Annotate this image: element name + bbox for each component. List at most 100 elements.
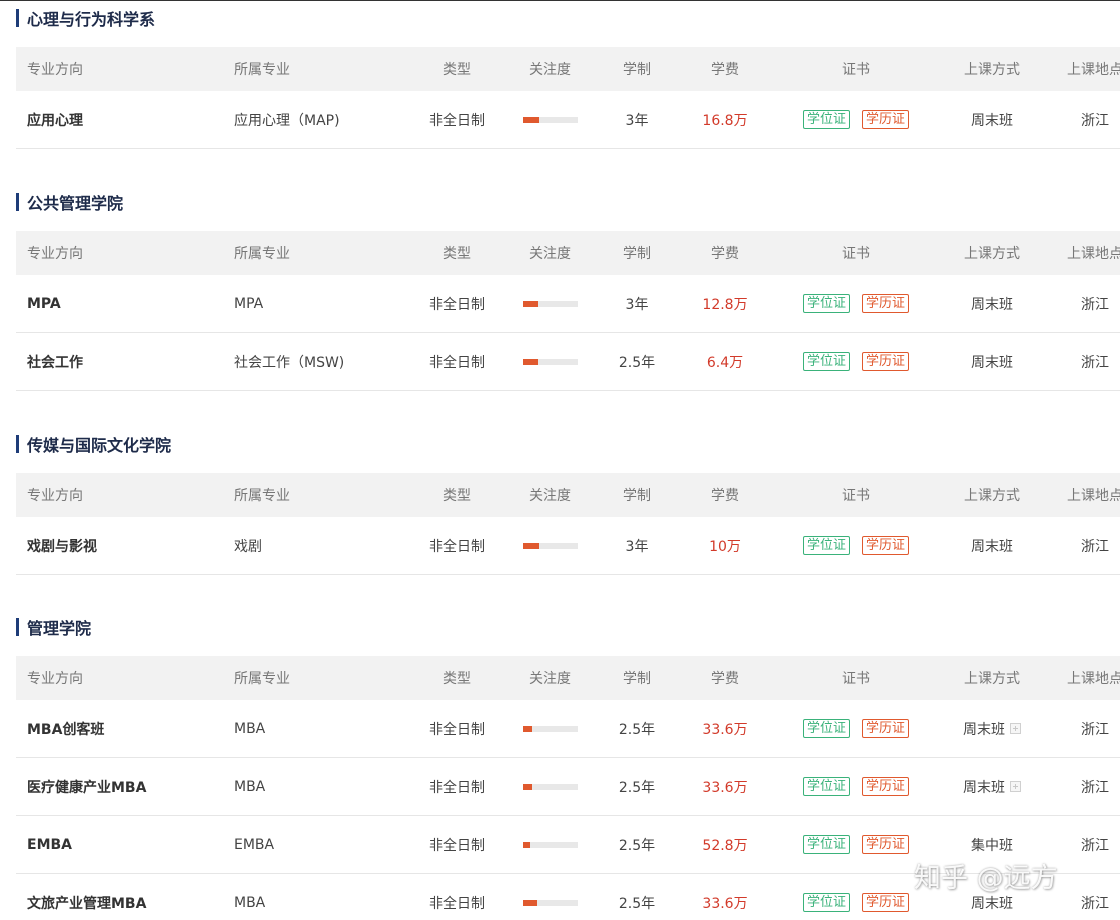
expand-plus-icon[interactable] [1010,723,1021,734]
class-mode: 周末班 [946,758,1038,815]
header-fee: 学费 [711,246,739,262]
header-location: 上课地点 [1067,246,1120,262]
attention-bar [522,300,578,307]
program-direction-link[interactable]: 医疗健康产业MBA [27,758,146,815]
class-mode-text: 周末班 [971,296,1013,313]
certificate-badges: 学位证 学历证 [786,517,926,574]
education-certificate-badge: 学历证 [862,777,910,796]
class-location: 浙江 [1081,538,1109,555]
class-mode: 周末班 [946,700,1038,757]
section-title-text: 公共管理学院 [27,194,124,213]
program-type: 非全日制 [429,779,485,796]
program-direction-link[interactable]: EMBA [27,816,72,873]
fee-value: 10万 [709,538,741,555]
program-major: MBA [234,778,266,795]
table-row[interactable]: 社会工作 社会工作（MSW) 非全日制 2.5年 6.4万 学位证 学历证 周末班 浙江 [16,333,1120,391]
education-certificate-badge: 学历证 [862,835,910,854]
header-attention: 关注度 [529,671,571,687]
header-direction: 专业方向 [27,62,83,78]
program-major: MBA [234,720,266,737]
table-row[interactable]: 戏剧与影视 戏剧 非全日制 3年 10万 学位证 学历证 周末班 浙江 [16,517,1120,575]
table-row[interactable]: MBA创客班 MBA 非全日制 2.5年 33.6万 学位证 学历证 周末班 浙江 [16,700,1120,758]
program-duration: 2.5年 [618,354,656,371]
program-table: 专业方向 所属专业 类型 关注度 学制 学费 证书 上课方式 上课地点 戏剧与影视 戏剧 非全日制 3年… [16,473,1120,575]
program-fee: 33.6万 [690,758,760,815]
certificate-badges: 学位证 学历证 [786,816,926,873]
expand-plus-icon[interactable] [1010,781,1021,792]
program-table: 专业方向 所属专业 类型 关注度 学制 学费 证书 上课方式 上课地点 MPA MPA 非全日制 3年 1… [16,231,1120,391]
attention-cell [514,333,586,390]
attention-bar-fill [522,899,537,906]
header-attention: 关注度 [529,246,571,262]
attention-bar-fill [522,783,533,790]
program-duration: 3年 [625,296,649,313]
program-fee: 6.4万 [690,333,760,390]
attention-bar-fill [522,300,538,307]
header-duration: 学制 [623,488,651,504]
program-major: 应用心理（MAP) [234,112,340,129]
attention-bar [522,358,578,365]
program-direction-link[interactable]: 戏剧与影视 [27,517,97,574]
header-type: 类型 [443,488,471,504]
program-direction-link[interactable]: MPA [27,275,61,332]
section-title-text: 传媒与国际文化学院 [27,436,172,455]
title-accent-bar [16,9,19,27]
header-major: 所属专业 [234,62,290,78]
program-duration: 3年 [625,112,649,129]
program-direction-link[interactable]: 文旅产业管理MBA [27,874,146,920]
certificate-badges: 学位证 学历证 [786,275,926,332]
section-title: 管理学院 [16,618,92,638]
program-direction-link[interactable]: 社会工作 [27,333,83,390]
header-fee: 学费 [711,488,739,504]
program-direction-link[interactable]: MBA创客班 [27,700,104,757]
header-class-mode: 上课方式 [964,62,1020,78]
attention-bar-fill [522,358,538,365]
degree-certificate-badge: 学位证 [802,536,850,555]
header-type: 类型 [443,246,471,262]
certificate-badges: 学位证 学历证 [786,333,926,390]
table-header: 专业方向 所属专业 类型 关注度 学制 学费 证书 上课方式 上课地点 [16,473,1120,517]
program-type: 非全日制 [429,538,485,555]
program-major: 戏剧 [234,538,262,555]
header-location: 上课地点 [1067,488,1120,504]
header-certificate: 证书 [842,246,870,262]
table-row[interactable]: 应用心理 应用心理（MAP) 非全日制 3年 16.8万 学位证 学历证 周末班 浙江 [16,91,1120,149]
table-header: 专业方向 所属专业 类型 关注度 学制 学费 证书 上课方式 上课地点 [16,231,1120,275]
table-row[interactable]: 医疗健康产业MBA MBA 非全日制 2.5年 33.6万 学位证 学历证 周末班 浙江 [16,758,1120,816]
attention-cell [514,91,586,148]
table-row[interactable]: MPA MPA 非全日制 3年 12.8万 学位证 学历证 周末班 浙江 [16,275,1120,333]
class-location: 浙江 [1081,895,1109,912]
fee-value: 33.6万 [702,895,748,912]
header-duration: 学制 [623,62,651,78]
fee-value: 33.6万 [702,721,748,738]
program-type: 非全日制 [429,296,485,313]
education-certificate-badge: 学历证 [862,294,910,313]
fee-value: 12.8万 [702,296,748,313]
education-certificate-badge: 学历证 [862,719,910,738]
section-title: 公共管理学院 [16,193,124,213]
section-title-text: 管理学院 [27,619,92,638]
program-table: 专业方向 所属专业 类型 关注度 学制 学费 证书 上课方式 上课地点 应用心理 应用心理（MAP)… [16,47,1120,149]
header-major: 所属专业 [234,246,290,262]
attention-cell [514,700,586,757]
degree-certificate-badge: 学位证 [802,352,850,371]
attention-cell [514,758,586,815]
header-attention: 关注度 [529,62,571,78]
title-accent-bar [16,618,19,636]
watermark: 知乎 @远方 [914,863,1058,894]
header-type: 类型 [443,671,471,687]
program-type: 非全日制 [429,837,485,854]
degree-certificate-badge: 学位证 [802,294,850,313]
education-certificate-badge: 学历证 [862,110,910,129]
top-border [0,0,1120,1]
attention-bar [522,783,578,790]
title-accent-bar [16,435,19,453]
program-direction-link[interactable]: 应用心理 [27,91,83,148]
program-major: MPA [234,295,264,312]
attention-bar [522,899,578,906]
header-class-mode: 上课方式 [964,671,1020,687]
table-header: 专业方向 所属专业 类型 关注度 学制 学费 证书 上课方式 上课地点 [16,656,1120,700]
program-major: EMBA [234,836,275,853]
program-duration: 2.5年 [618,779,656,796]
class-location: 浙江 [1081,112,1109,129]
